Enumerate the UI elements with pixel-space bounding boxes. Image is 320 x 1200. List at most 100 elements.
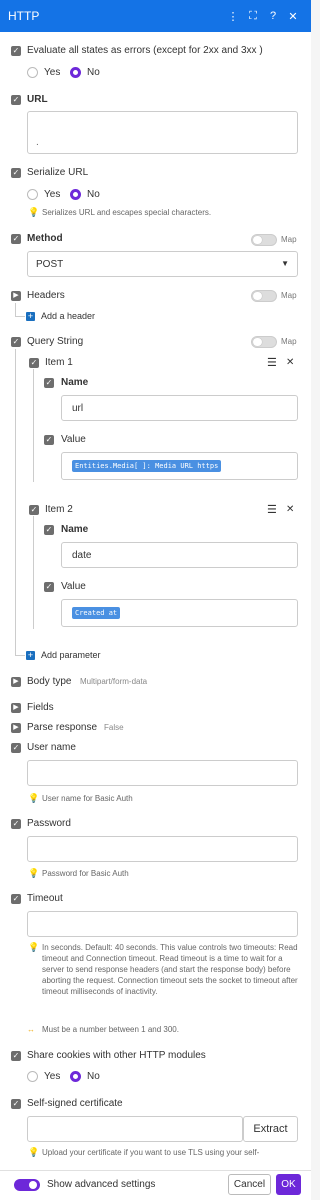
item2-value-label: Value <box>61 581 86 592</box>
url-chevron-icon[interactable]: ✓ <box>11 95 21 105</box>
evaluate-label: Evaluate all states as errors (except fo… <box>27 45 263 56</box>
cookies-no-radio[interactable] <box>70 1071 81 1082</box>
username-chevron-icon[interactable]: ✓ <box>11 743 21 753</box>
item2-name-value: date <box>72 550 92 561</box>
item2-label: Item 2 <box>45 504 73 515</box>
dropdown-caret-icon: ▼ <box>281 259 289 268</box>
mapped-token[interactable]: Entities.Media[ ]: Media URL https <box>72 460 222 472</box>
item2-token-row: Created at <box>72 607 123 619</box>
method-select[interactable]: POST ▼ <box>27 251 298 277</box>
url-label: URL <box>27 94 48 105</box>
cookies-label: Share cookies with other HTTP modules <box>27 1050 206 1061</box>
extract-button[interactable]: Extract <box>243 1116 298 1142</box>
item1-value-input[interactable]: Entities.Media[ ]: Media URL https <box>61 452 298 480</box>
serialize-chevron-icon[interactable]: ✓ <box>11 168 21 178</box>
url-value: . <box>36 137 39 148</box>
serialize-yes-radio[interactable] <box>27 189 38 200</box>
timeout-label: Timeout <box>27 893 63 904</box>
headers-map-label: Map <box>281 291 297 300</box>
url-input[interactable]: . <box>27 111 298 154</box>
method-map-label: Map <box>281 235 297 244</box>
method-chevron-icon[interactable]: ✓ <box>11 234 21 244</box>
password-chevron-icon[interactable]: ✓ <box>11 819 21 829</box>
query-map-toggle[interactable] <box>251 336 277 348</box>
reorder-icon[interactable]: ☰ <box>267 356 277 369</box>
evaluate-no-label: No <box>87 67 100 78</box>
add-parameter-icon[interactable]: + <box>26 651 35 660</box>
remove-item-icon[interactable]: ✕ <box>286 504 294 515</box>
parse-label: Parse response <box>27 722 98 733</box>
item1-name-label: Name <box>61 377 89 388</box>
body-type-label: Body type <box>27 676 72 687</box>
tree-line <box>15 349 16 655</box>
cookies-yes-label: Yes <box>44 1071 61 1082</box>
expand-icon[interactable]: ⛶ <box>243 10 263 23</box>
item1-chevron-icon[interactable]: ✓ <box>29 358 39 368</box>
settings-panel: ✓ Evaluate all states as errors (except … <box>0 32 311 1170</box>
advanced-toggle[interactable] <box>14 1179 40 1191</box>
method-label: Method <box>27 233 63 244</box>
remove-item-icon[interactable]: ✕ <box>286 357 294 368</box>
lightbulb-icon: 💡 <box>28 793 40 803</box>
evaluate-yes-radio[interactable] <box>27 67 38 78</box>
item1-name-chevron-icon[interactable]: ✓ <box>44 378 54 388</box>
help-icon[interactable]: ? <box>263 10 283 22</box>
item1-token-row: Entities.Media[ ]: Media URL https <box>72 460 224 472</box>
add-header-link[interactable]: Add a header <box>41 311 95 321</box>
lightbulb-icon: 💡 <box>28 868 40 878</box>
serialize-yes-label: Yes <box>44 189 61 200</box>
item1-label: Item 1 <box>45 357 73 368</box>
timeout-input[interactable] <box>27 911 298 937</box>
timeout-help: In seconds. Default: 40 seconds. This va… <box>42 943 298 996</box>
item2-value-input[interactable]: Created at <box>61 599 298 627</box>
evaluate-yes-label: Yes <box>44 67 61 78</box>
mapped-token[interactable]: Created at <box>72 607 121 619</box>
cookies-chevron-icon[interactable]: ✓ <box>11 1051 21 1061</box>
query-chevron-icon[interactable]: ✓ <box>11 337 21 347</box>
username-input[interactable] <box>27 760 298 786</box>
timeout-chevron-icon[interactable]: ✓ <box>11 894 21 904</box>
fields-chevron-icon[interactable]: ▶ <box>11 703 21 713</box>
method-map-toggle[interactable] <box>251 234 277 246</box>
item1-value-label: Value <box>61 434 86 445</box>
password-hint: Password for Basic Auth <box>42 869 129 878</box>
item2-value-chevron-icon[interactable]: ✓ <box>44 582 54 592</box>
evaluate-no-radio[interactable] <box>70 67 81 78</box>
evaluate-chevron-icon[interactable]: ✓ <box>11 46 21 56</box>
tree-line <box>33 516 34 629</box>
tree-line <box>33 369 34 482</box>
headers-label: Headers <box>27 290 65 301</box>
password-input[interactable] <box>27 836 298 862</box>
item2-name-label: Name <box>61 524 89 535</box>
tree-line <box>15 655 25 656</box>
cert-chevron-icon[interactable]: ✓ <box>11 1099 21 1109</box>
serialize-no-label: No <box>87 189 100 200</box>
item2-name-input[interactable]: date <box>61 542 298 568</box>
cookies-no-label: No <box>87 1071 100 1082</box>
panel-footer: Show advanced settings Cancel OK <box>0 1170 311 1200</box>
body-type-chevron-icon[interactable]: ▶ <box>11 677 21 687</box>
toggle-knob <box>29 1181 37 1189</box>
item1-name-input[interactable]: url <box>61 395 298 421</box>
tree-line <box>15 303 16 317</box>
cookies-yes-radio[interactable] <box>27 1071 38 1082</box>
tree-line <box>15 316 25 317</box>
cancel-button[interactable]: Cancel <box>228 1174 271 1195</box>
headers-map-toggle[interactable] <box>251 290 277 302</box>
ok-button[interactable]: OK <box>276 1174 301 1195</box>
item2-name-chevron-icon[interactable]: ✓ <box>44 525 54 535</box>
add-header-icon[interactable]: + <box>26 312 35 321</box>
item1-value-chevron-icon[interactable]: ✓ <box>44 435 54 445</box>
serialize-no-radio[interactable] <box>70 189 81 200</box>
reorder-icon[interactable]: ☰ <box>267 503 277 516</box>
parse-chevron-icon[interactable]: ▶ <box>11 723 21 733</box>
more-icon[interactable]: ⋮ <box>223 10 243 23</box>
add-parameter-link[interactable]: Add parameter <box>41 650 101 660</box>
item2-chevron-icon[interactable]: ✓ <box>29 505 39 515</box>
query-label: Query String <box>27 336 84 347</box>
headers-chevron-icon[interactable]: ▶ <box>11 291 21 301</box>
cert-input[interactable] <box>27 1116 243 1142</box>
close-icon[interactable]: ✕ <box>283 10 303 23</box>
method-value: POST <box>36 259 64 270</box>
range-icon: ↔ <box>27 1025 35 1034</box>
